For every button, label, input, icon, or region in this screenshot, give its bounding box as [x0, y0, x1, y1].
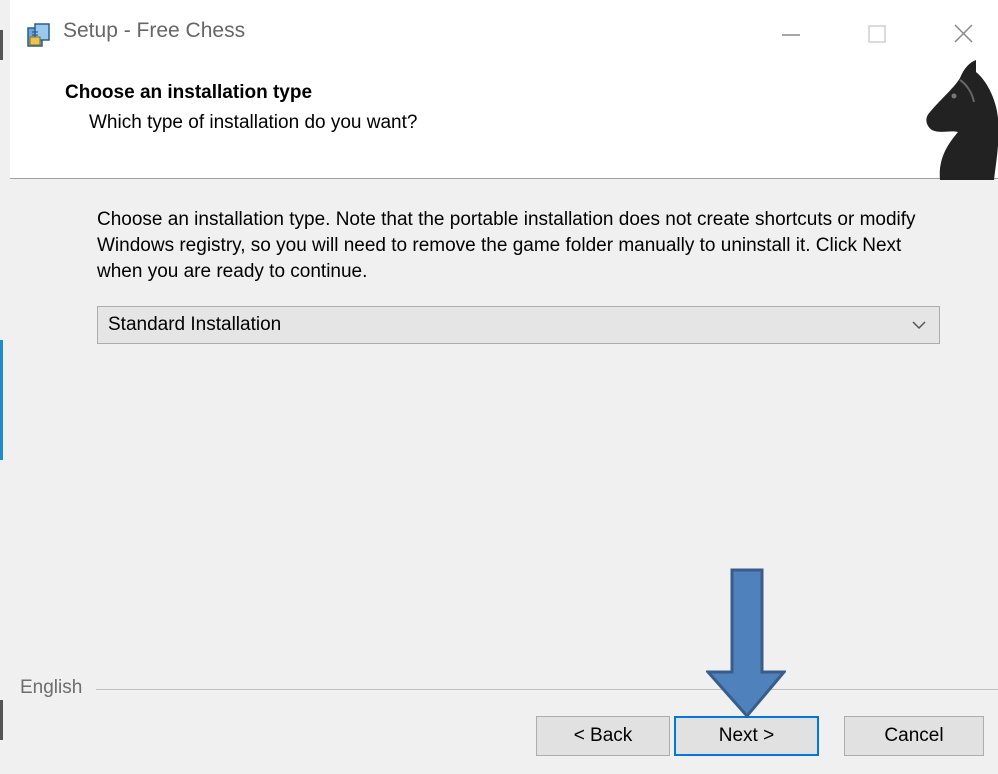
setup-installer-icon	[26, 22, 52, 48]
close-icon	[954, 24, 973, 43]
dropdown-selected-value: Standard Installation	[108, 314, 282, 335]
minimize-button[interactable]	[772, 16, 812, 52]
background-window-edge	[0, 0, 10, 774]
minimize-icon	[782, 34, 800, 36]
page-subtitle: Which type of installation do you want?	[89, 112, 418, 133]
next-button[interactable]: Next >	[674, 716, 819, 756]
page-title: Choose an installation type	[65, 82, 313, 103]
description-text: Choose an installation type. Note that t…	[97, 209, 916, 282]
cancel-button[interactable]: Cancel	[844, 716, 984, 756]
edge-mark	[0, 30, 3, 60]
wizard-header: Choose an installation type Which type o…	[10, 60, 998, 180]
maximize-button[interactable]	[858, 16, 898, 52]
installation-type-dropdown[interactable]: Standard Installation	[97, 306, 940, 344]
window-title: Setup - Free Chess	[63, 19, 246, 42]
back-button[interactable]: < Back	[536, 716, 670, 756]
footer-divider	[96, 689, 998, 690]
chess-knight-icon	[910, 58, 998, 180]
close-button[interactable]	[944, 16, 984, 52]
down-arrow-icon	[704, 568, 788, 720]
language-label: English	[20, 677, 83, 698]
title-bar[interactable]: Setup - Free Chess	[10, 0, 998, 68]
chevron-down-icon	[912, 321, 926, 330]
maximize-icon	[868, 25, 886, 43]
setup-window: Setup - Free Chess Choose an installatio…	[10, 0, 998, 774]
edge-mark	[0, 340, 3, 460]
edge-mark	[0, 700, 3, 740]
